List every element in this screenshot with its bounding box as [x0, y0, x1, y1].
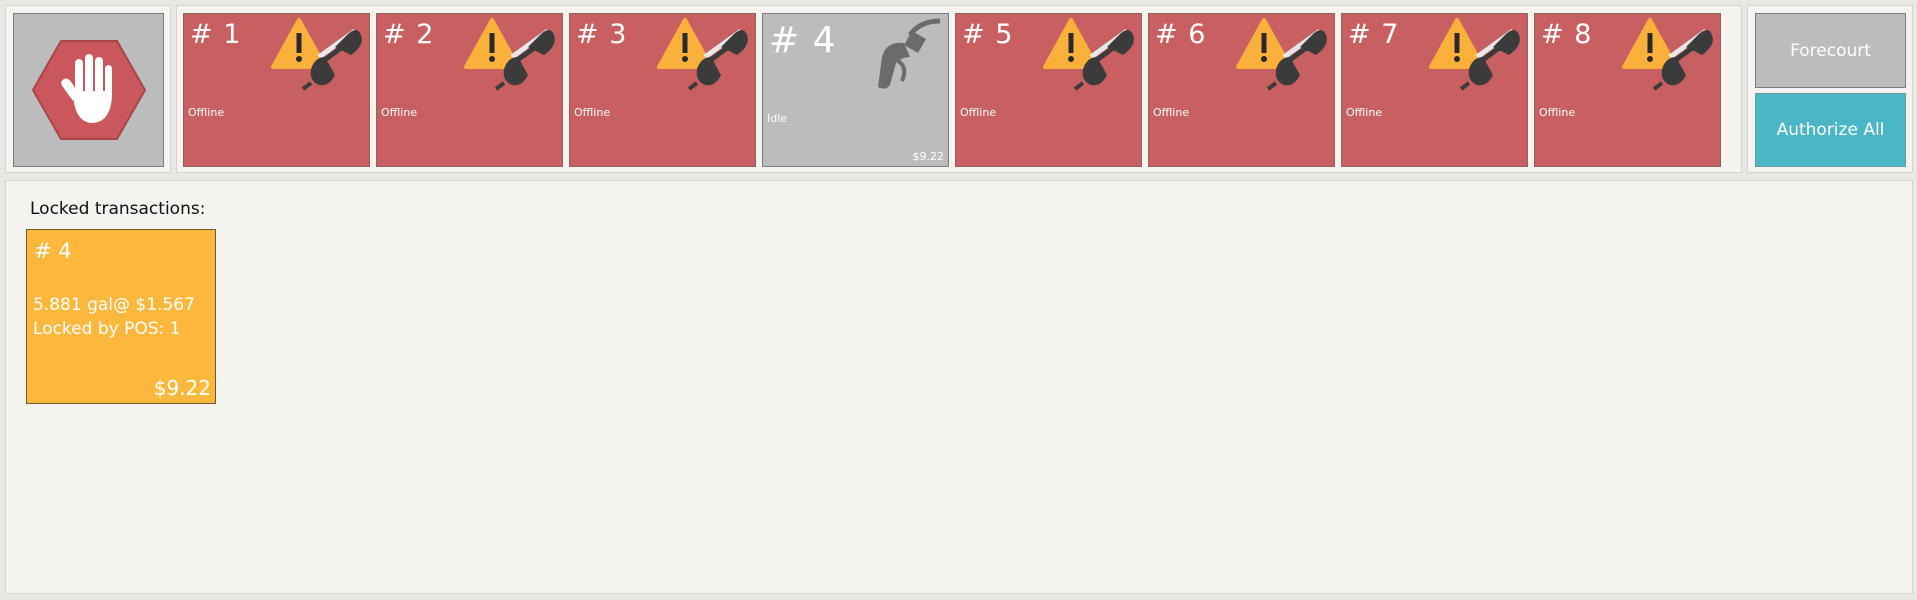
authorize-all-button-label: Authorize All: [1776, 120, 1885, 140]
pump-status: Offline: [1346, 106, 1383, 119]
pump-8-tile[interactable]: # 8 Offline: [1534, 13, 1721, 167]
pump-status: Offline: [381, 106, 418, 119]
offline-warning-icon: [1234, 17, 1332, 97]
forecourt-button-label: Forecourt: [1790, 40, 1871, 61]
pump-number: # 7: [1348, 19, 1400, 50]
pump-number: # 6: [1155, 19, 1207, 50]
pump-number: # 2: [383, 19, 435, 50]
locked-transactions-title: Locked transactions:: [30, 199, 206, 219]
pump-status: Idle: [767, 112, 788, 125]
pump-status: Offline: [188, 106, 225, 119]
emergency-stop-button[interactable]: [13, 13, 164, 167]
pump-number: # 1: [190, 19, 242, 50]
pump-5-tile[interactable]: # 5 Offline: [955, 13, 1142, 167]
emergency-stop-panel: [5, 5, 171, 173]
pump-number: # 4: [769, 20, 837, 61]
pump-status: Offline: [1153, 106, 1190, 119]
pump-status: Offline: [574, 106, 611, 119]
pump-3-tile[interactable]: # 3 Offline: [569, 13, 756, 167]
pump-6-tile[interactable]: # 6 Offline: [1148, 13, 1335, 167]
pump-status: Offline: [1539, 106, 1576, 119]
offline-warning-icon: [1041, 17, 1139, 97]
locked-transactions-panel: Locked transactions: # 4 5.881 gal@ $1.5…: [5, 180, 1913, 594]
pump-status: Offline: [960, 106, 997, 119]
locked-transaction-card[interactable]: # 4 5.881 gal@ $1.567 Locked by POS: 1 $…: [26, 229, 216, 404]
pump-number: # 5: [962, 19, 1014, 50]
fuel-nozzle-icon: [856, 17, 946, 101]
forecourt-button[interactable]: Forecourt: [1755, 13, 1906, 88]
offline-warning-icon: [1427, 17, 1525, 97]
pump-number: # 8: [1541, 19, 1593, 50]
pumps-panel: # 1 Offline # 2 Offline # 3 Offline # 4 Idl…: [176, 5, 1742, 173]
pump-number: # 3: [576, 19, 628, 50]
transaction-amount: $9.22: [153, 376, 211, 400]
stop-hand-icon: [31, 40, 146, 140]
offline-warning-icon: [655, 17, 753, 97]
pump-1-tile[interactable]: # 1 Offline: [183, 13, 370, 167]
pump-7-tile[interactable]: # 7 Offline: [1341, 13, 1528, 167]
transaction-locked-by: Locked by POS: 1: [33, 319, 181, 339]
offline-warning-icon: [1620, 17, 1718, 97]
transaction-pump-number: # 4: [34, 239, 72, 263]
transaction-volume-price: 5.881 gal@ $1.567: [33, 295, 195, 315]
authorize-all-button[interactable]: Authorize All: [1755, 93, 1906, 167]
offline-warning-icon: [462, 17, 560, 97]
pump-4-tile[interactable]: # 4 Idle $9.22: [762, 13, 949, 167]
forecourt-actions-panel: Forecourt Authorize All: [1747, 5, 1913, 173]
offline-warning-icon: [269, 17, 367, 97]
pump-amount: $9.22: [912, 150, 945, 163]
pump-2-tile[interactable]: # 2 Offline: [376, 13, 563, 167]
